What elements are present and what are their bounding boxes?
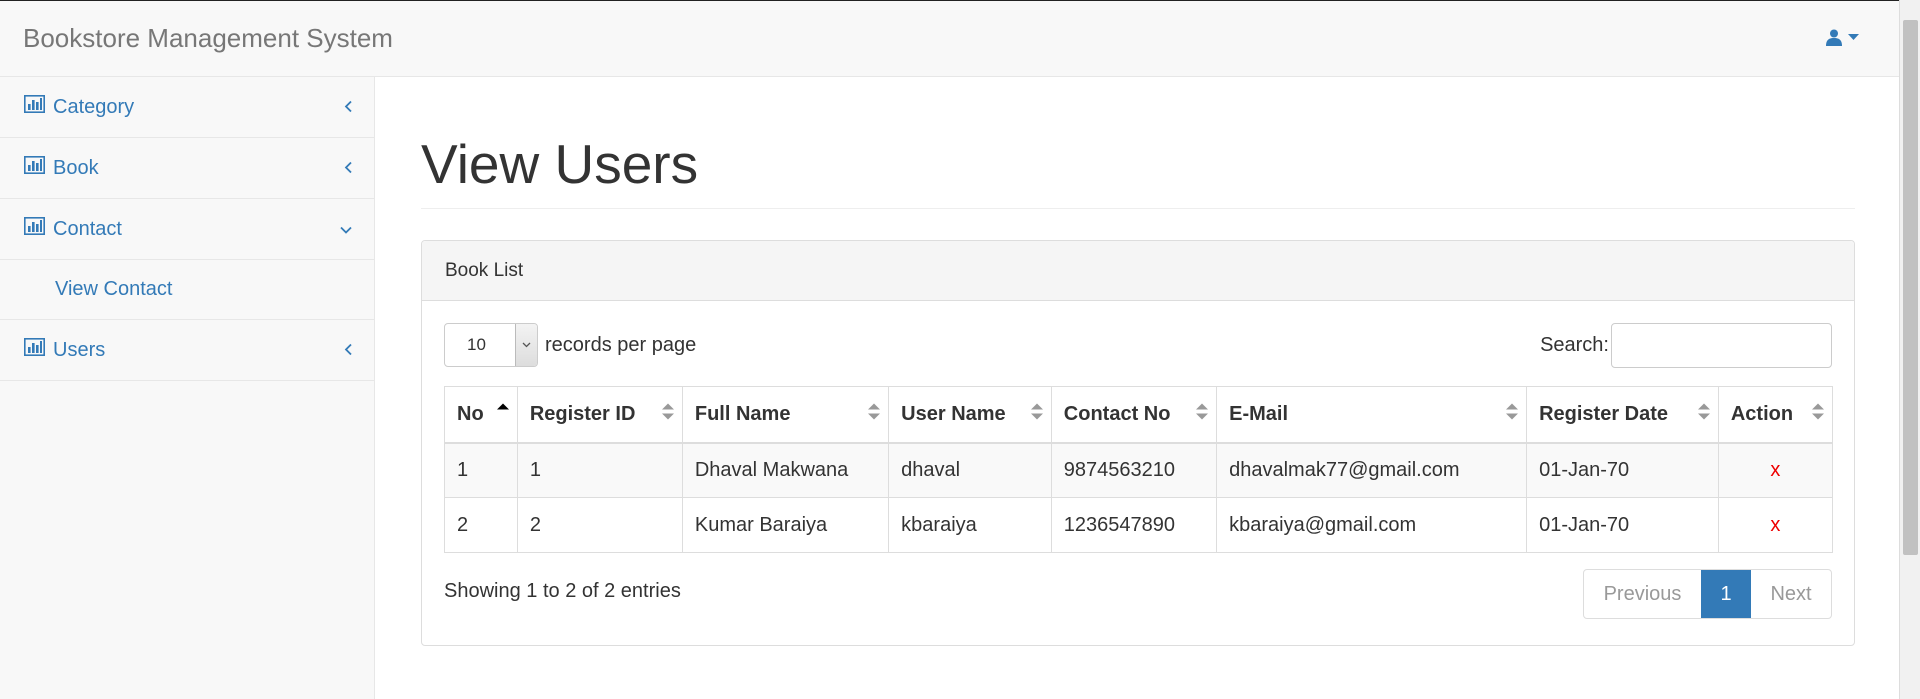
chevron-left-icon [344,157,352,180]
pagination: Previous 1 Next [1583,569,1832,619]
cell-contact-no: 1236547890 [1050,497,1218,553]
column-header-action[interactable]: Action [1717,386,1834,444]
table-row: 1 1 Dhaval Makwana dhaval 9874563210 dha… [444,442,1834,498]
sidebar: Category Book Contact View Contact Users [0,77,375,699]
page-title: View Users [421,133,699,195]
sort-icon [868,403,881,426]
sidebar-item-label: Category [53,95,135,118]
column-header-label: Register Date [1539,402,1669,425]
chevron-left-icon [344,339,352,362]
column-header-register-date[interactable]: Register Date [1526,386,1719,444]
cell-register-id: 2 [516,497,683,553]
cell-no: 2 [444,497,518,553]
cell-email: kbaraiya@gmail.com [1216,497,1528,553]
column-header-full-name[interactable]: Full Name [681,386,890,444]
search-label: Search: [1540,334,1609,356]
user-menu-button[interactable] [1826,29,1859,46]
column-header-no[interactable]: No [444,386,518,444]
table-row: 2 2 Kumar Baraiya kbaraiya 1236547890 kb… [444,497,1834,553]
panel-heading: Book List [422,241,1854,301]
top-navbar: Bookstore Management System [0,0,1899,77]
column-header-label: Contact No [1063,402,1171,425]
bar-chart-icon [24,156,45,180]
column-header-label: No [457,402,484,425]
title-divider [421,208,1855,209]
delete-user-button[interactable]: x [1717,497,1834,553]
page-scrollbar[interactable] [1899,0,1920,699]
cell-email: dhavalmak77@gmail.com [1216,442,1528,498]
column-header-contact-no[interactable]: Contact No [1050,386,1218,444]
sort-icon [1196,403,1209,426]
sidebar-item-label: Book [53,156,99,179]
cell-user-name: dhaval [888,442,1052,498]
caret-down-icon [1848,34,1859,41]
page-1-button[interactable]: 1 [1701,570,1751,618]
chevron-down-icon [340,218,352,241]
sidebar-item-book[interactable]: Book [0,138,374,199]
sort-icon [1506,403,1519,426]
records-per-page-label: records per page [545,333,697,356]
sidebar-item-category[interactable]: Category [0,77,374,138]
sort-icon [1812,403,1824,426]
cell-no: 1 [444,442,518,498]
sidebar-subitem-view-contact[interactable]: View Contact [0,260,374,320]
cell-register-date: 01-Jan-70 [1526,497,1719,553]
cell-register-id: 1 [516,442,683,498]
search-input[interactable] [1611,323,1832,368]
delete-user-button[interactable]: x [1717,442,1834,498]
user-icon [1826,29,1842,46]
column-header-label: E-Mail [1229,402,1289,425]
book-list-panel: Book List 10 records per page Search: No… [421,240,1855,646]
select-value: 10 [467,335,486,354]
column-header-label: User Name [901,402,1006,425]
sort-icon [661,403,674,426]
cell-register-date: 01-Jan-70 [1526,442,1719,498]
sort-icon [1030,403,1043,426]
sort-icon [1697,403,1710,426]
records-per-page-select[interactable]: 10 [444,323,538,367]
column-header-label: Action [1730,402,1794,425]
column-header-email[interactable]: E-Mail [1216,386,1528,444]
sidebar-item-label: Contact [53,217,122,240]
users-table: No Register ID Full Name User Name Conta… [444,386,1834,553]
table-info: Showing 1 to 2 of 2 entries [444,580,681,602]
main-content: View Users Book List 10 records per page… [376,77,1899,699]
sort-asc-icon [496,403,509,426]
previous-page-button[interactable]: Previous [1584,570,1701,618]
bar-chart-icon [24,217,45,241]
cell-contact-no: 9874563210 [1050,442,1218,498]
search-box: Search: [1540,323,1832,368]
sidebar-item-users[interactable]: Users [0,320,374,381]
bar-chart-icon [24,95,45,119]
next-page-button[interactable]: Next [1751,570,1831,618]
column-header-register-id[interactable]: Register ID [516,386,683,444]
cell-full-name: Dhaval Makwana [681,442,890,498]
column-header-label: Register ID [529,402,636,425]
sidebar-item-label: Users [53,338,106,361]
chevron-down-icon [515,324,537,366]
column-header-user-name[interactable]: User Name [888,386,1052,444]
scrollbar-thumb[interactable] [1903,20,1918,555]
cell-user-name: kbaraiya [888,497,1052,553]
column-header-label: Full Name [694,402,791,425]
app-title[interactable]: Bookstore Management System [23,23,393,54]
cell-full-name: Kumar Baraiya [681,497,890,553]
chevron-left-icon [344,96,352,119]
table-header-row: No Register ID Full Name User Name Conta… [444,386,1834,444]
bar-chart-icon [24,338,45,362]
records-per-page: 10 records per page [444,323,696,367]
sidebar-item-contact[interactable]: Contact [0,199,374,260]
